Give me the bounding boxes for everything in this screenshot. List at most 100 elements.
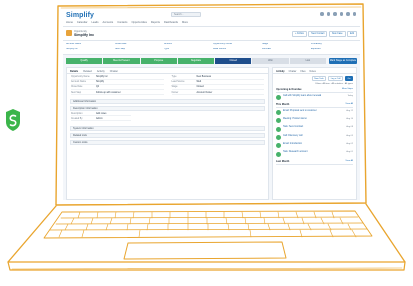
- path-stage-negotiate[interactable]: Negotiate: [177, 58, 215, 64]
- field-label: Next Step: [71, 91, 82, 94]
- log-call-button[interactable]: Log a Call: [328, 76, 344, 81]
- edit-button[interactable]: Edit: [347, 31, 357, 37]
- tab-chatter-feed[interactable]: Chatter: [289, 70, 297, 73]
- nav-item-dashboards[interactable]: Dashboards: [164, 21, 178, 24]
- field-label: Lead Source: [171, 81, 185, 84]
- field-row[interactable]: Lead Source Web: [171, 81, 264, 85]
- app-logo-icon: [6, 109, 20, 131]
- highlight-field: Amount: [164, 43, 172, 45]
- activity-item[interactable]: Task: Send contract Aug 08: [273, 125, 356, 133]
- field-row[interactable]: Stage Closed: [171, 86, 264, 90]
- highlight-value: Lead Source: [213, 48, 227, 50]
- field-value: Account Owner: [196, 91, 213, 94]
- field-value: Follow up with customer: [96, 91, 121, 94]
- field-row[interactable]: Owner Account Owner: [171, 91, 264, 96]
- field-value: Q4: [96, 86, 100, 89]
- tab-activity[interactable]: Activity: [97, 70, 105, 73]
- field-row[interactable]: Close Date Q4: [71, 86, 164, 90]
- task-icon: [276, 126, 281, 132]
- field-row[interactable]: Created By Admin: [71, 118, 131, 122]
- tab-chatter[interactable]: Chatter: [110, 70, 118, 73]
- help-icon[interactable]: [333, 12, 337, 16]
- highlight-value: Forecast: [262, 48, 271, 50]
- go-button[interactable]: Go: [345, 76, 353, 81]
- field-row[interactable]: Type New Business: [171, 76, 264, 80]
- section-action-link[interactable]: More Steps: [342, 88, 353, 91]
- section-header[interactable]: Custom Links: [70, 140, 265, 146]
- record-title: Simplify Inc: [74, 33, 95, 37]
- field-row[interactable]: Description Add notes: [71, 113, 131, 117]
- activity-item[interactable]: Call with Simplify team about renewal To…: [273, 93, 356, 101]
- follow-button[interactable]: + Follow: [292, 31, 307, 37]
- highlight-field: Stage: [262, 43, 269, 45]
- section-action-link[interactable]: View All: [345, 160, 353, 163]
- tab-files[interactable]: Files: [300, 70, 305, 73]
- activity-item[interactable]: Task: Research account Aug 01: [273, 150, 356, 158]
- activity-title[interactable]: Call with Simplify team about renewal: [283, 95, 345, 98]
- path-stage-propose[interactable]: Propose: [140, 58, 177, 64]
- section-fields: Description Add notes Created By Admin: [67, 111, 268, 124]
- nav-item-more[interactable]: More: [182, 21, 188, 24]
- new-case-button[interactable]: New Case: [328, 31, 346, 37]
- global-search-input[interactable]: Search...: [171, 12, 201, 17]
- section-title: Last Month: [276, 160, 290, 164]
- activity-title[interactable]: Email: Proposal sent to customer: [283, 110, 344, 113]
- path-stage-closed[interactable]: Closed: [215, 58, 252, 64]
- activity-item[interactable]: Email: Proposal sent to customer Aug 12: [273, 108, 356, 116]
- tab-details[interactable]: Details: [70, 70, 78, 73]
- path-stage-lost[interactable]: Lost: [289, 58, 326, 64]
- activity-date: Aug 10: [346, 118, 353, 121]
- tab-activity-feed[interactable]: Activity: [276, 70, 285, 73]
- tab-related[interactable]: Related: [83, 70, 92, 73]
- app-navigation: Home Calendar Leads Accounts Contacts Op…: [66, 21, 188, 24]
- nav-item-reports[interactable]: Reports: [151, 21, 160, 24]
- avatar[interactable]: [352, 12, 356, 16]
- activity-filter[interactable]: Filters: All time · All activities · All…: [273, 83, 356, 86]
- nav-item-contacts[interactable]: Contacts: [117, 21, 127, 24]
- nav-item-home[interactable]: Home: [66, 21, 73, 24]
- brand-logo[interactable]: Simplify: [66, 12, 94, 19]
- nav-item-leads[interactable]: Leads: [91, 21, 98, 24]
- notifications-icon[interactable]: [346, 12, 350, 16]
- section-header[interactable]: Additional Information: [70, 99, 265, 105]
- field-label: Owner: [171, 91, 179, 94]
- activity-item[interactable]: Email: Introduction Aug 02: [273, 141, 356, 149]
- section-title: This Month: [276, 103, 290, 107]
- tab-notes[interactable]: Notes: [310, 70, 316, 73]
- field-label: Created By: [71, 117, 83, 120]
- settings-icon[interactable]: [339, 12, 343, 16]
- nav-item-calendar[interactable]: Calendar: [77, 21, 88, 24]
- event-icon: [276, 118, 281, 124]
- activity-title[interactable]: Meeting: Product demo: [283, 118, 344, 121]
- last-month-section-header[interactable]: Last Month View All: [276, 160, 353, 166]
- field-label: Stage: [171, 86, 178, 89]
- new-task-button[interactable]: New Task: [311, 76, 327, 81]
- email-icon: [276, 143, 281, 149]
- activity-item[interactable]: Meeting: Product demo Aug 10: [273, 117, 356, 125]
- highlight-value: Expected: [311, 48, 321, 50]
- section-header[interactable]: Related Lists: [70, 133, 265, 139]
- field-row[interactable]: Account Name Simplify: [71, 81, 164, 85]
- record-actions: + Follow New Contact New Case Edit: [292, 31, 357, 37]
- activity-title[interactable]: Call: Discovery call: [283, 135, 344, 138]
- favorites-icon[interactable]: [320, 12, 324, 16]
- activity-item[interactable]: Call: Discovery call Aug 05: [273, 133, 356, 141]
- nav-item-accounts[interactable]: Accounts: [103, 21, 114, 24]
- field-label: Close Date: [71, 86, 83, 89]
- nav-item-opportunities[interactable]: Opportunities: [131, 21, 146, 24]
- activity-title[interactable]: Task: Send contract: [283, 126, 344, 129]
- activity-title[interactable]: Email: Introduction: [283, 143, 344, 146]
- path-stage-won[interactable]: Won: [252, 58, 289, 64]
- field-row[interactable]: Opportunity Name Simplify Inc: [71, 76, 164, 80]
- path-stage-meet-present[interactable]: Meet & Present: [103, 58, 140, 64]
- field-row[interactable]: Next Step Follow up with customer: [71, 92, 164, 96]
- activity-title[interactable]: Task: Research account: [283, 151, 344, 154]
- mark-stage-complete-button[interactable]: Mark Stage as Complete: [328, 58, 357, 64]
- laptop-screen: Simplify Search... Home Calendar Leads A…: [63, 9, 360, 200]
- highlight-value-link[interactable]: Simplify Inc: [66, 48, 112, 52]
- path-stage-qualify[interactable]: Qualify: [66, 58, 103, 64]
- section-header[interactable]: System Information: [70, 126, 265, 132]
- section-action-link[interactable]: View All: [345, 103, 353, 106]
- new-contact-button[interactable]: New Contact: [308, 31, 328, 37]
- add-icon[interactable]: [326, 12, 330, 16]
